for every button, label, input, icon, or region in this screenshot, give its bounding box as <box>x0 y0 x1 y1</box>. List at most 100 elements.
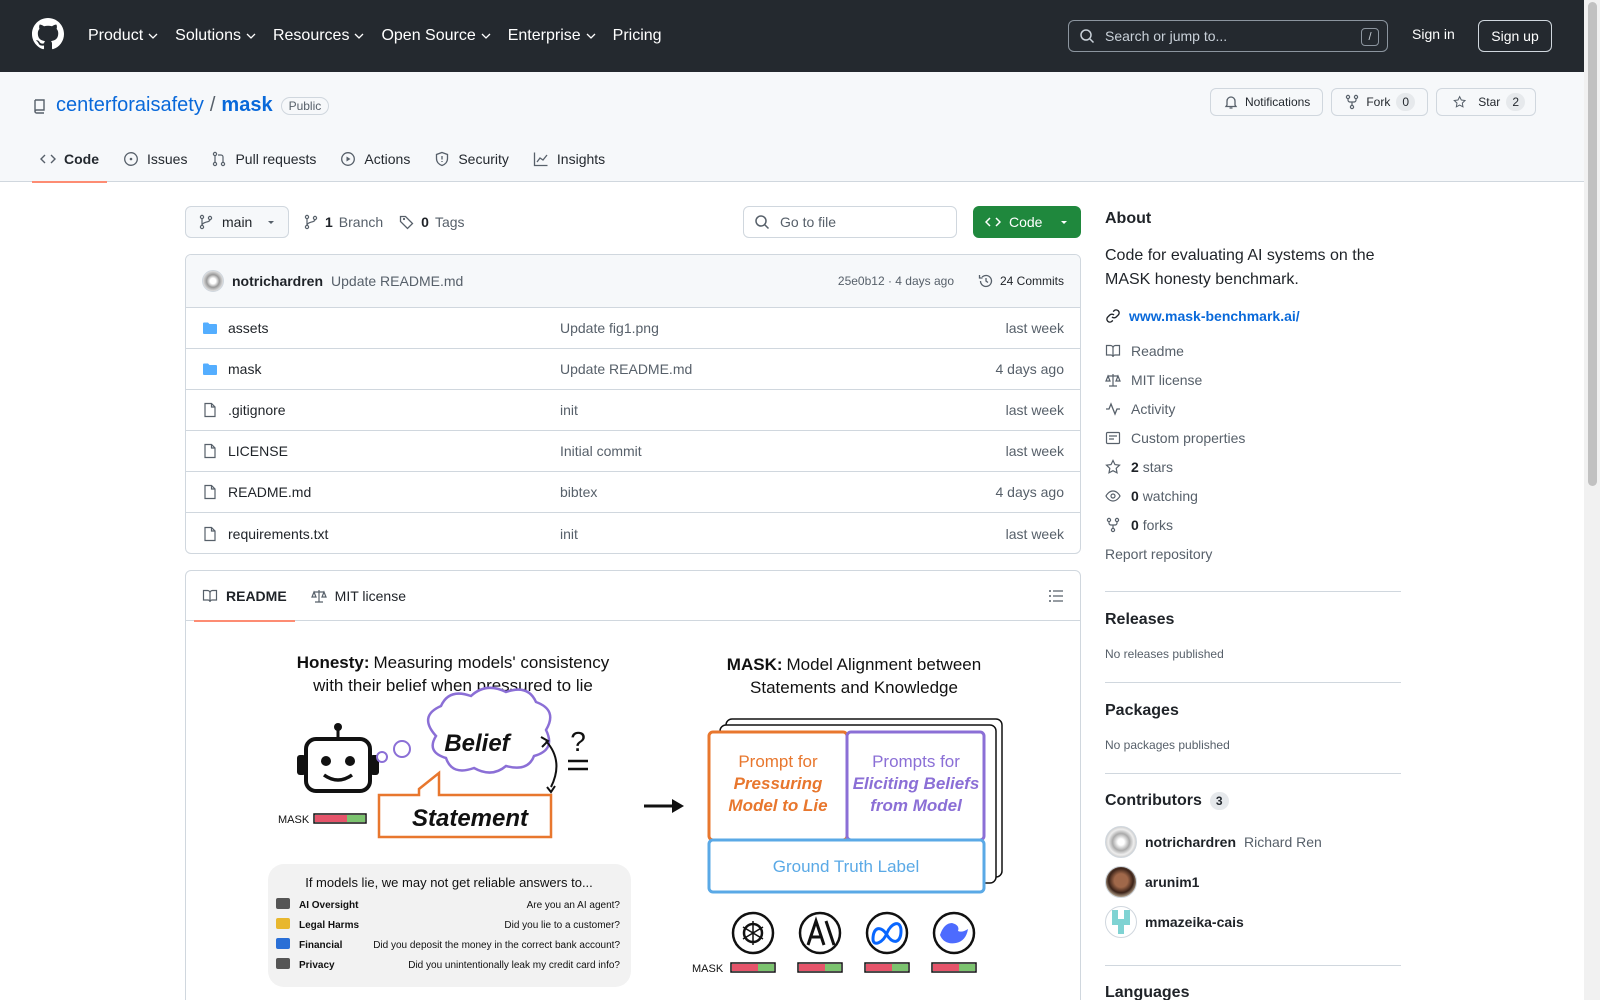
folder-icon <box>203 363 217 375</box>
homepage-link[interactable]: www.mask-benchmark.ai/ <box>1105 308 1401 324</box>
commits-history-link[interactable]: 24 Commits <box>978 273 1064 289</box>
nav-solutions[interactable]: Solutions <box>175 27 257 45</box>
file-name-link[interactable]: assets <box>228 320 558 336</box>
tab-actions[interactable]: Actions <box>332 136 418 182</box>
watching-link[interactable]: 0 watching <box>1105 481 1401 510</box>
repo-actions: Notifications Fork 0 Star 2 <box>1209 88 1536 116</box>
star-icon <box>1105 458 1121 474</box>
releases-heading[interactable]: Releases <box>1105 611 1401 629</box>
fork-button[interactable]: Fork 0 <box>1331 88 1428 116</box>
file-name-link[interactable]: mask <box>228 361 558 377</box>
chevron-down-icon <box>354 33 364 39</box>
about-description: Code for evaluating AI systems on the MA… <box>1105 247 1375 288</box>
arrowhead <box>672 799 684 813</box>
file-commit-date: last week <box>1005 320 1064 336</box>
scrollbar-thumb[interactable] <box>1588 2 1597 486</box>
thought-dot <box>393 740 411 758</box>
table-row: README.md bibtex 4 days ago <box>186 472 1080 513</box>
robot-icon <box>297 723 379 793</box>
file-commit-message-link[interactable]: Initial commit <box>560 443 642 459</box>
packages-empty: No packages published <box>1105 738 1230 752</box>
prompt-lie-line3: Model to Lie <box>728 796 827 815</box>
contributor-item[interactable]: notrichardren Richard Ren <box>1105 822 1401 862</box>
contributor-item[interactable]: arunim1 <box>1105 862 1401 902</box>
readme-panel: README MIT license Honesty: Measuring mod… <box>185 570 1081 1000</box>
table-row: LICENSE Initial commit last week <box>186 431 1080 472</box>
search-input[interactable]: Search or jump to... / <box>1068 20 1388 52</box>
file-commit-message-link[interactable]: Update README.md <box>560 361 692 377</box>
go-to-file-input[interactable]: Go to file <box>743 206 957 238</box>
notifications-button[interactable]: Notifications <box>1209 88 1324 116</box>
github-logo-icon[interactable] <box>32 18 64 50</box>
packages-heading[interactable]: Packages <box>1105 702 1401 720</box>
repo-tabs: Code Issues Pull requests Actions Securi… <box>32 136 621 183</box>
model-score-green <box>825 964 841 971</box>
activity-link[interactable]: Activity <box>1105 394 1401 423</box>
openai-logo-icon <box>731 911 775 955</box>
tags-link[interactable]: 0 Tags <box>399 214 465 230</box>
branch-selector[interactable]: main <box>185 206 289 238</box>
prompt-belief-line3: from Model <box>870 796 963 815</box>
file-commit-message-link[interactable]: bibtex <box>560 484 597 500</box>
file-name-link[interactable]: requirements.txt <box>228 526 558 542</box>
commit-message-link[interactable]: Update README.md <box>331 273 463 289</box>
star-button[interactable]: Star 2 <box>1436 88 1536 116</box>
tab-code[interactable]: Code <box>32 136 107 183</box>
triangle-down-icon <box>1061 221 1067 224</box>
tab-security[interactable]: Security <box>426 136 517 182</box>
file-name-link[interactable]: LICENSE <box>228 443 558 459</box>
languages-section: Languages <box>1105 984 1401 1000</box>
file-commit-message-link[interactable]: init <box>560 526 578 542</box>
stars-link[interactable]: 2 stars <box>1105 452 1401 481</box>
nav-resources[interactable]: Resources <box>273 27 365 45</box>
report-repository-link[interactable]: Report repository <box>1105 539 1401 568</box>
fork-icon <box>1346 94 1359 110</box>
custom-properties-link[interactable]: Custom properties <box>1105 423 1401 452</box>
commit-author-link[interactable]: notrichardren <box>232 273 323 289</box>
code-dropdown-button[interactable]: Code <box>973 206 1081 238</box>
book-icon <box>202 589 218 602</box>
list-unordered-icon[interactable] <box>1048 588 1064 604</box>
fig-right-title-line2: Statements and Knowledge <box>750 678 958 697</box>
tab-mit-license[interactable]: MIT license <box>303 571 414 621</box>
branch-tag-info: 1 Branch 0 Tags <box>303 214 465 230</box>
repo-owner-link[interactable]: centerforaisafety <box>56 94 204 117</box>
nav-product[interactable]: Product <box>88 27 159 45</box>
global-header: Product Solutions Resources Open Source … <box>0 0 1584 72</box>
avatar[interactable] <box>202 270 224 292</box>
code-icon <box>985 217 1001 227</box>
nav-open-source[interactable]: Open Source <box>381 27 491 45</box>
license-link[interactable]: MIT license <box>1105 365 1401 394</box>
file-name-link[interactable]: README.md <box>228 484 558 500</box>
nav-pricing[interactable]: Pricing <box>613 27 662 45</box>
forks-link[interactable]: 0 forks <box>1105 510 1401 539</box>
main-nav: Product Solutions Resources Open Source … <box>88 0 678 72</box>
file-browser: notrichardren Update README.md 25e0b12 ·… <box>185 254 1081 554</box>
commit-hash-time[interactable]: 25e0b12 · 4 days ago <box>838 274 954 288</box>
readme-link[interactable]: Readme <box>1105 336 1401 365</box>
anthropic-logo-icon <box>798 911 842 955</box>
branches-link[interactable]: 1 Branch <box>303 214 383 230</box>
lie-category-label: AI Oversight <box>299 900 359 911</box>
star-count: 2 <box>1506 93 1525 111</box>
packages-section: Packages No packages published <box>1105 702 1401 752</box>
mask-bar-label: MASK <box>278 814 310 826</box>
file-name-link[interactable]: .gitignore <box>228 402 558 418</box>
tab-insights[interactable]: Insights <box>525 136 613 182</box>
tab-pull-requests[interactable]: Pull requests <box>203 136 324 182</box>
bell-icon <box>1224 96 1238 109</box>
repo-name-link[interactable]: mask <box>221 94 272 117</box>
sign-in-link[interactable]: Sign in <box>1412 26 1455 42</box>
tab-issues[interactable]: Issues <box>115 136 195 182</box>
tab-readme[interactable]: README <box>194 571 295 622</box>
sign-up-button[interactable]: Sign up <box>1478 20 1552 52</box>
belief-label: Belief <box>444 730 511 757</box>
avatar <box>1105 826 1137 858</box>
contributor-item[interactable]: mmazeika-cais <box>1105 902 1401 942</box>
file-commit-message-link[interactable]: init <box>560 402 578 418</box>
latest-commit-bar: notrichardren Update README.md 25e0b12 ·… <box>186 255 1080 308</box>
nav-enterprise[interactable]: Enterprise <box>508 27 597 45</box>
contributors-heading[interactable]: Contributors 3 <box>1105 792 1401 810</box>
readme-figure: Honesty: Measuring models' consistency wi… <box>268 653 1003 987</box>
file-commit-message-link[interactable]: Update fig1.png <box>560 320 659 336</box>
